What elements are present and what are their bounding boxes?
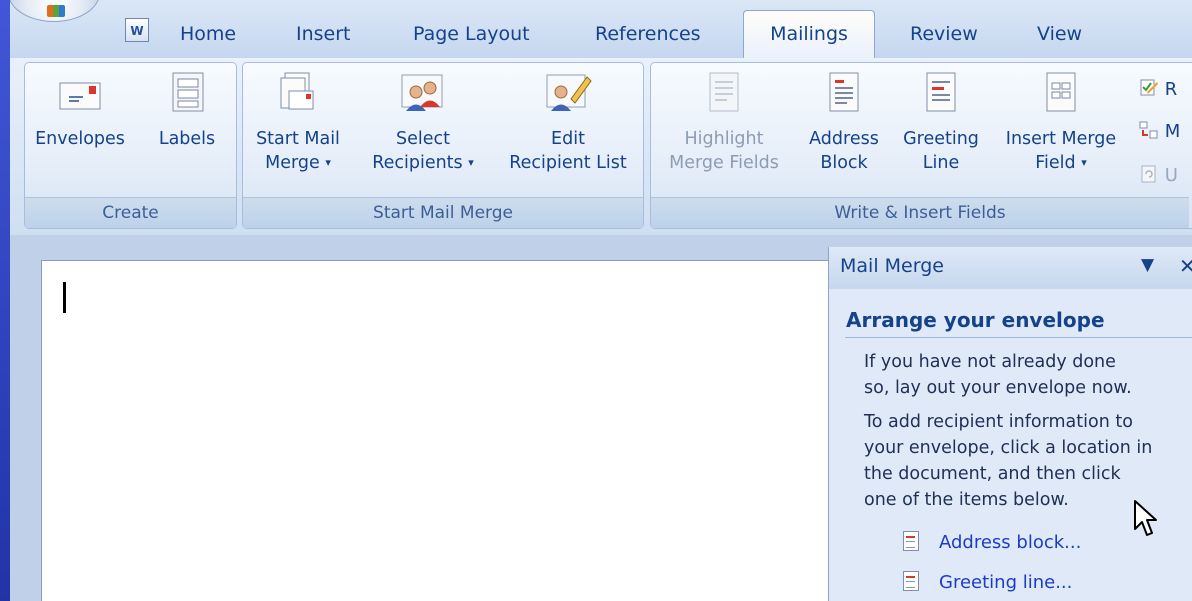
select-recipients-button[interactable]: Select Recipients ▾ <box>353 71 493 175</box>
labels-icon <box>172 72 204 112</box>
tab-references[interactable]: References <box>595 19 701 49</box>
envelopes-label: Envelopes <box>35 129 125 149</box>
chevron-down-icon: ▾ <box>325 156 331 169</box>
instructions-line: the document, and then click <box>864 464 1121 484</box>
text-cursor <box>63 282 66 313</box>
group-start-mail-merge-label: Start Mail Merge <box>243 197 643 228</box>
address-block-link-label: Address block... <box>939 532 1082 553</box>
insert-merge-field-label-2-text: Field <box>1035 153 1076 173</box>
word-doc-icon[interactable]: W <box>125 18 149 42</box>
group-start-mail-merge: Start Mail Merge ▾ Select Recipients ▾ E… <box>242 62 644 229</box>
labels-label: Labels <box>158 129 216 149</box>
labels-button[interactable]: Labels <box>152 71 222 151</box>
edit-recipient-list-button[interactable]: Edit Recipient List <box>493 71 643 175</box>
instructions-line: To add recipient information to <box>864 412 1133 432</box>
instructions-paragraph-2: To add recipient information to your env… <box>864 409 1184 513</box>
tab-review[interactable]: Review <box>910 19 978 49</box>
start-mail-merge-icon <box>280 72 314 110</box>
tab-view[interactable]: View <box>1037 19 1082 49</box>
envelope-icon <box>59 82 101 110</box>
greeting-line-icon <box>926 72 956 112</box>
highlight-merge-fields-icon <box>709 72 739 112</box>
tab-page-layout[interactable]: Page Layout <box>413 19 530 49</box>
insert-merge-field-label-1: Insert Merge <box>1005 129 1117 149</box>
mouse-pointer-icon <box>1134 500 1157 536</box>
tab-home[interactable]: Home <box>180 19 236 49</box>
start-mail-merge-button[interactable]: Start Mail Merge ▾ <box>247 71 349 175</box>
insert-merge-field-button[interactable]: Insert Merge Field ▾ <box>991 71 1131 175</box>
insert-merge-field-icon <box>1046 72 1076 112</box>
chevron-down-icon: ▾ <box>1081 156 1087 169</box>
group-create: Envelopes Labels Create <box>24 62 237 229</box>
edit-recipient-list-label-1: Edit <box>551 129 585 149</box>
section-heading: Arrange your envelope <box>846 308 1105 332</box>
group-write-insert-fields: Highlight Merge Fields Address Block Gre… <box>650 62 1192 229</box>
screen-frame: W Home Insert Page Layout References Mai… <box>0 0 1192 601</box>
address-block-icon <box>829 72 859 112</box>
rules-icon <box>1140 79 1158 96</box>
highlight-merge-fields-button[interactable]: Highlight Merge Fields <box>657 71 791 175</box>
tab-mailings[interactable]: Mailings <box>743 10 875 58</box>
group-write-insert-fields-label: Write & Insert Fields <box>651 197 1189 228</box>
office-button[interactable] <box>10 0 100 22</box>
edit-recipient-list-label-2: Recipient List <box>509 153 627 173</box>
mail-merge-task-pane: Mail Merge ▼ ✕ Arrange your envelope If … <box>828 247 1192 601</box>
greeting-line-link[interactable]: Greeting line... <box>903 569 1072 597</box>
word-window: W Home Insert Page Layout References Mai… <box>10 0 1192 601</box>
instructions-paragraph-1: If you have not already done so, lay out… <box>864 349 1184 401</box>
chevron-down-icon: ▾ <box>468 156 474 169</box>
task-pane-menu-icon[interactable]: ▼ <box>1141 255 1154 275</box>
task-pane-header: Mail Merge ▼ ✕ <box>829 247 1192 289</box>
document-icon <box>903 571 919 591</box>
document-area: Mail Merge ▼ ✕ Arrange your envelope If … <box>10 235 1192 601</box>
tab-insert[interactable]: Insert <box>296 19 351 49</box>
select-recipients-label-2-text: Recipients <box>372 153 463 173</box>
match-fields-button[interactable]: M <box>1139 119 1180 145</box>
office-logo-icon <box>47 5 65 17</box>
update-labels-button[interactable]: U <box>1139 163 1178 189</box>
select-recipients-label-1: Select <box>396 129 450 149</box>
document-page[interactable] <box>41 260 831 601</box>
greeting-line-link-label: Greeting line... <box>939 572 1073 593</box>
instructions-line: so, lay out your envelope now. <box>864 378 1132 398</box>
highlight-merge-fields-label-2: Merge Fields <box>669 153 779 173</box>
insert-merge-field-label-2: Field ▾ <box>991 151 1131 175</box>
close-icon[interactable]: ✕ <box>1179 254 1192 278</box>
rules-button[interactable]: R <box>1139 77 1177 103</box>
update-labels-label: U <box>1164 165 1178 186</box>
address-block-button[interactable]: Address Block <box>799 71 889 175</box>
envelopes-button[interactable]: Envelopes <box>35 71 125 151</box>
section-divider <box>845 337 1192 338</box>
address-block-label-2: Block <box>820 153 868 173</box>
highlight-merge-fields-label-1: Highlight <box>684 129 764 149</box>
edit-recipient-list-icon <box>546 74 592 111</box>
update-labels-icon <box>1141 165 1156 183</box>
match-fields-icon <box>1139 121 1158 139</box>
greeting-line-button[interactable]: Greeting Line <box>895 71 987 175</box>
select-recipients-icon <box>401 74 443 111</box>
address-block-link[interactable]: Address block... <box>903 529 1081 557</box>
group-create-label: Create <box>25 197 236 228</box>
ribbon: Envelopes Labels Create Start Mail Merge… <box>10 58 1192 235</box>
match-fields-label: M <box>1164 121 1181 142</box>
ribbon-tab-strip: W Home Insert Page Layout References Mai… <box>10 0 1192 59</box>
greeting-line-label-1: Greeting <box>903 129 979 149</box>
instructions-line: If you have not already done <box>864 352 1116 372</box>
address-block-label-1: Address <box>809 129 879 149</box>
document-icon <box>903 531 919 551</box>
task-pane-title: Mail Merge <box>840 255 944 277</box>
start-mail-merge-label-2-text: Merge <box>265 153 320 173</box>
start-mail-merge-label-2: Merge ▾ <box>247 151 349 175</box>
start-mail-merge-label-1: Start Mail <box>256 129 340 149</box>
task-pane-body: Arrange your envelope If you have not al… <box>829 289 1192 601</box>
greeting-line-label-2: Line <box>922 153 960 173</box>
rules-label: R <box>1164 79 1178 100</box>
instructions-line: your envelope, click a location in <box>864 438 1153 458</box>
select-recipients-label-2: Recipients ▾ <box>353 151 493 175</box>
